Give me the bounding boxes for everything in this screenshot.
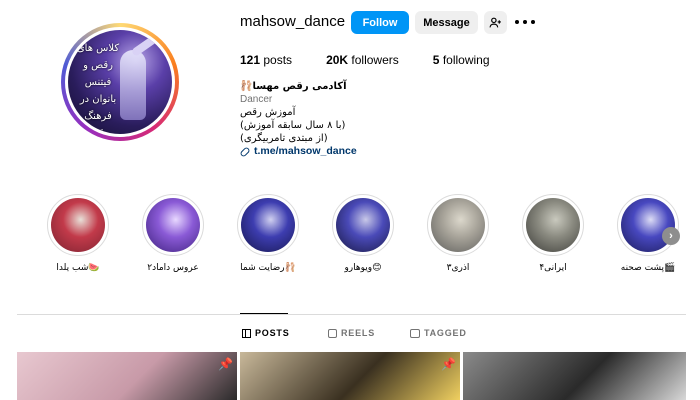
post-thumbnail[interactable]: [463, 352, 686, 400]
highlight-label: ویوهارو😊: [344, 263, 382, 273]
highlight-cover-ring: [237, 194, 299, 256]
highlight-label: پشت صحنه🎬: [620, 263, 676, 273]
avatar-dancer-arm: [130, 30, 164, 58]
posts-stat: 121 posts: [240, 53, 292, 67]
following-count: 5: [432, 53, 440, 67]
following-label: following: [442, 53, 490, 67]
bio-line: (از مبتدی تامربیگری): [240, 133, 328, 144]
highlight-cover-image: [431, 198, 485, 252]
tab-reels[interactable]: REELS: [328, 328, 375, 338]
tabs-divider: [17, 314, 686, 315]
highlight-label: اذری۳: [446, 263, 470, 273]
grid-icon: [242, 328, 251, 338]
avatar-border: کلاس های رقص و فیتنس بانوان در فرهنگ رقص: [65, 27, 175, 137]
tab-posts[interactable]: POSTS: [242, 328, 290, 338]
highlight-item[interactable]: ایرانی۴: [518, 194, 588, 273]
highlight-item[interactable]: اذری۳: [423, 194, 493, 273]
highlight-cover-image: [336, 198, 390, 252]
avatar-photo: کلاس های رقص و فیتنس بانوان در فرهنگ رقص: [68, 30, 172, 134]
highlight-cover-image: [146, 198, 200, 252]
highlight-item[interactable]: رضایت شما🩰: [233, 194, 303, 273]
posts-count: 121: [240, 53, 261, 67]
followers-count: 20K: [326, 53, 349, 67]
highlight-label: ایرانی۴: [539, 263, 567, 273]
followers-stat[interactable]: 20K followers: [326, 53, 399, 67]
highlight-cover-ring: [617, 194, 679, 256]
post-thumbnail[interactable]: 📌: [17, 352, 237, 400]
bio-line: (با ۸ سال سابقه آموزش): [240, 120, 346, 131]
following-stat[interactable]: 5 following: [433, 53, 490, 67]
post-thumbnail[interactable]: 📌: [240, 352, 460, 400]
highlight-cover-image: [526, 198, 580, 252]
more-dot: [523, 20, 527, 24]
highlight-item[interactable]: شب یلدا🍉: [43, 194, 113, 273]
highlight-cover-image: [241, 198, 295, 252]
suggested-accounts-button[interactable]: [484, 11, 507, 34]
tagged-icon: [410, 328, 420, 338]
highlight-label: رضایت شما🩰: [240, 263, 296, 273]
active-tab-indicator: [240, 313, 288, 314]
pinned-icon: 📌: [441, 357, 456, 371]
link-icon: [239, 145, 251, 158]
tab-reels-label: REELS: [341, 328, 376, 338]
highlights-next-arrow-icon[interactable]: ›: [662, 227, 680, 245]
bio-display-name: 🩰آکادمی رقص مهسا: [240, 81, 347, 92]
highlight-label: عروس داماد۲: [147, 263, 199, 273]
bio-link[interactable]: t.me/mahsow_dance: [239, 145, 500, 158]
highlight-cover-ring: [142, 194, 204, 256]
avatar-overlay-text: کلاس های رقص و فیتنس بانوان در فرهنگ رقص: [76, 43, 120, 134]
pinned-icon: 📌: [218, 357, 233, 371]
reels-icon: [328, 328, 337, 338]
highlight-cover-ring: [332, 194, 394, 256]
bio-line: آموزش رقص: [240, 107, 296, 118]
profile-username: mahsow_dance: [240, 13, 346, 30]
profile-stats: 121 posts 20K followers 5 following: [240, 53, 524, 67]
more-options-icon[interactable]: [515, 14, 535, 30]
tab-tagged[interactable]: TAGGED: [410, 328, 467, 338]
highlight-cover-ring: [522, 194, 584, 256]
more-dot: [515, 20, 519, 24]
tab-posts-label: POSTS: [255, 328, 290, 338]
tab-tagged-label: TAGGED: [424, 328, 467, 338]
profile-avatar[interactable]: کلاس های رقص و فیتنس بانوان در فرهنگ رقص: [61, 23, 179, 141]
highlight-label: شب یلدا🍉: [56, 263, 100, 273]
posts-label: posts: [263, 53, 293, 67]
message-button[interactable]: Message: [415, 11, 478, 34]
bio-link-text[interactable]: t.me/mahsow_dance: [254, 145, 357, 158]
highlight-cover-ring: [427, 194, 489, 256]
story-highlights: شب یلدا🍉 عروس داماد۲ رضایت شما🩰 ویوهارو😊 اذر…: [43, 194, 700, 279]
bio-category: Dancer: [240, 94, 273, 105]
highlight-item[interactable]: عروس داماد۲: [138, 194, 208, 273]
highlight-cover-ring: [47, 194, 109, 256]
followers-label: followers: [351, 53, 399, 67]
highlight-cover-image: [51, 198, 105, 252]
add-person-icon: [489, 17, 501, 28]
profile-bio: 🩰آکادمی رقص مهسا Dancer آموزش رقص (با ۸ …: [239, 80, 500, 158]
follow-button[interactable]: Follow: [351, 11, 409, 34]
highlight-item[interactable]: ویوهارو😊: [328, 194, 398, 273]
avatar-dancer-figure: [120, 50, 146, 120]
more-dot: [531, 20, 535, 24]
